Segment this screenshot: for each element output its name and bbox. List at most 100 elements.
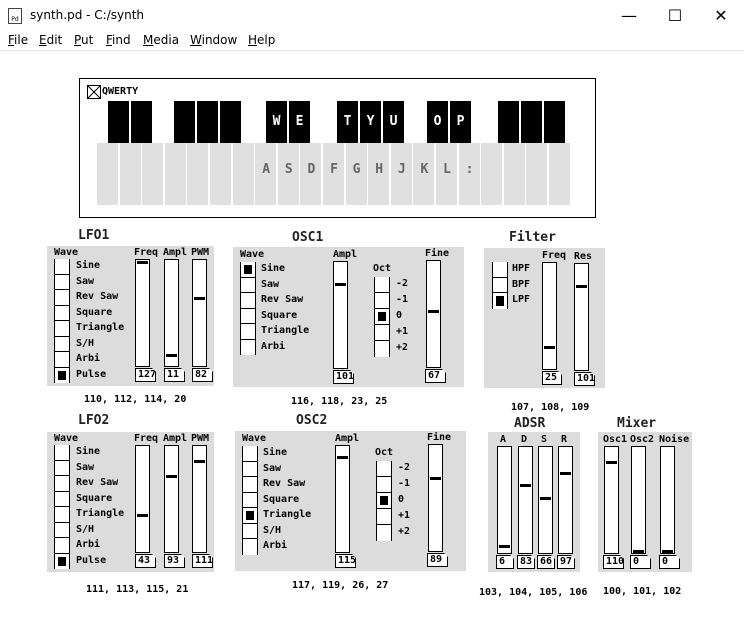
maximize-button[interactable]: ☐ bbox=[652, 0, 698, 31]
lfo2-ampl-number[interactable]: 93 bbox=[164, 554, 185, 568]
osc2-oct-radio-option[interactable] bbox=[377, 493, 391, 509]
osc2-oct-radio-option[interactable] bbox=[377, 525, 391, 541]
lfo1-wave-radio-option[interactable] bbox=[55, 274, 69, 290]
white-key[interactable] bbox=[97, 143, 119, 205]
osc2-wave-radio-option[interactable] bbox=[243, 539, 257, 555]
osc2-fine-slider[interactable] bbox=[428, 444, 443, 552]
white-key[interactable] bbox=[142, 143, 165, 205]
osc2-wave-radio-option[interactable] bbox=[243, 461, 257, 477]
osc1-wave-radio-option[interactable] bbox=[241, 308, 255, 324]
lfo2-wave-radio-option[interactable] bbox=[55, 491, 69, 507]
osc1-oct-radio-option[interactable] bbox=[375, 277, 389, 293]
osc1-ampl-number[interactable]: 101 bbox=[333, 370, 354, 384]
white-key[interactable] bbox=[187, 143, 210, 205]
mixer-noise-slider[interactable] bbox=[660, 446, 675, 554]
lfo1-wave-radio-option[interactable] bbox=[55, 259, 69, 275]
adsr-r-number[interactable]: 97 bbox=[557, 555, 575, 569]
lfo2-wave-radio-option[interactable] bbox=[55, 445, 69, 461]
white-key[interactable] bbox=[549, 143, 571, 205]
adsr-d-number[interactable]: 83 bbox=[517, 555, 535, 569]
osc2-wave-radio-option[interactable] bbox=[243, 477, 257, 493]
lfo2-wave-radio-option[interactable] bbox=[55, 460, 69, 476]
menu-find[interactable]: Find bbox=[106, 33, 131, 47]
filter-type-radio-option[interactable] bbox=[493, 293, 507, 309]
black-key[interactable] bbox=[131, 101, 152, 143]
osc1-oct-radio-option[interactable] bbox=[375, 341, 389, 357]
black-key[interactable] bbox=[197, 101, 218, 143]
filter-res-slider[interactable] bbox=[574, 263, 589, 371]
lfo1-wave-radio-option[interactable] bbox=[55, 352, 69, 368]
osc1-oct-radio-option[interactable] bbox=[375, 293, 389, 309]
menu-file[interactable]: File bbox=[8, 33, 28, 47]
mixer-osc2-number[interactable]: 0 bbox=[630, 555, 651, 569]
white-key[interactable] bbox=[119, 143, 142, 205]
osc1-wave-radio-option[interactable] bbox=[241, 339, 255, 355]
adsr-s-number[interactable]: 66 bbox=[537, 555, 555, 569]
black-key[interactable] bbox=[521, 101, 542, 143]
lfo2-ampl-slider[interactable] bbox=[164, 445, 179, 553]
osc1-oct-radio-option[interactable] bbox=[375, 309, 389, 325]
white-key[interactable] bbox=[481, 143, 504, 205]
osc2-wave-radio-option[interactable] bbox=[243, 508, 257, 524]
osc2-wave-radio-option[interactable] bbox=[243, 446, 257, 462]
osc1-fine-number[interactable]: 67 bbox=[425, 369, 446, 383]
lfo2-wave-radio-option[interactable] bbox=[55, 507, 69, 523]
white-key[interactable] bbox=[232, 143, 255, 205]
mixer-osc1-slider[interactable] bbox=[604, 446, 619, 554]
lfo2-wave-radio-option[interactable] bbox=[55, 476, 69, 492]
filter-type-radio-option[interactable] bbox=[493, 262, 507, 278]
lfo1-wave-radio-option[interactable] bbox=[55, 321, 69, 337]
lfo1-pwm-slider[interactable] bbox=[192, 259, 207, 367]
lfo2-wave-radio-option[interactable] bbox=[55, 522, 69, 538]
lfo1-wave-radio-option[interactable] bbox=[55, 336, 69, 352]
lfo2-pwm-slider[interactable] bbox=[192, 445, 207, 553]
menu-window[interactable]: Window bbox=[190, 33, 237, 47]
white-key[interactable] bbox=[210, 143, 232, 205]
osc1-wave-radio-option[interactable] bbox=[241, 293, 255, 309]
black-key[interactable] bbox=[174, 101, 195, 143]
lfo2-freq-number[interactable]: 43 bbox=[135, 554, 156, 568]
mixer-osc2-slider[interactable] bbox=[631, 446, 646, 554]
menu-media[interactable]: Media bbox=[143, 33, 179, 47]
osc2-ampl-number[interactable]: 115 bbox=[335, 554, 356, 568]
lfo1-ampl-slider[interactable] bbox=[164, 259, 179, 367]
minimize-button[interactable]: — bbox=[606, 0, 652, 31]
osc1-ampl-slider[interactable] bbox=[333, 261, 348, 369]
black-key[interactable] bbox=[498, 101, 519, 143]
lfo1-wave-radio-option[interactable] bbox=[55, 305, 69, 321]
mixer-noise-number[interactable]: 0 bbox=[659, 555, 680, 569]
osc1-fine-slider[interactable] bbox=[426, 260, 441, 368]
filter-res-number[interactable]: 101 bbox=[574, 372, 595, 386]
osc1-wave-radio-option[interactable] bbox=[241, 277, 255, 293]
lfo1-wave-radio-option[interactable] bbox=[55, 367, 69, 383]
filter-type-radio-option[interactable] bbox=[493, 277, 507, 293]
osc1-wave-radio-option[interactable] bbox=[241, 262, 255, 278]
black-key[interactable] bbox=[108, 101, 129, 143]
osc1-wave-radio-option[interactable] bbox=[241, 324, 255, 340]
lfo2-wave-radio-option[interactable] bbox=[55, 553, 69, 569]
white-key[interactable] bbox=[503, 143, 526, 205]
lfo1-freq-number[interactable]: 127 bbox=[135, 368, 156, 382]
mixer-osc1-number[interactable]: 110 bbox=[603, 555, 624, 569]
menu-put[interactable]: Put bbox=[74, 33, 93, 47]
adsr-a-slider[interactable] bbox=[497, 446, 512, 554]
osc2-ampl-slider[interactable] bbox=[335, 445, 350, 553]
osc1-oct-radio-option[interactable] bbox=[375, 325, 389, 341]
filter-freq-slider[interactable] bbox=[542, 262, 557, 370]
lfo1-wave-radio-option[interactable] bbox=[55, 290, 69, 306]
black-key[interactable] bbox=[544, 101, 565, 143]
osc2-oct-radio-option[interactable] bbox=[377, 461, 391, 477]
lfo2-wave-radio-option[interactable] bbox=[55, 538, 69, 554]
lfo1-ampl-number[interactable]: 11 bbox=[164, 368, 185, 382]
adsr-d-slider[interactable] bbox=[518, 446, 533, 554]
close-button[interactable]: ✕ bbox=[698, 0, 744, 31]
white-key[interactable] bbox=[526, 143, 549, 205]
lfo1-pwm-number[interactable]: 82 bbox=[192, 368, 213, 382]
osc2-oct-radio-option[interactable] bbox=[377, 477, 391, 493]
osc2-wave-radio-option[interactable] bbox=[243, 523, 257, 539]
osc2-wave-radio-option[interactable] bbox=[243, 492, 257, 508]
adsr-s-slider[interactable] bbox=[538, 446, 553, 554]
qwerty-toggle[interactable] bbox=[87, 85, 101, 99]
white-key[interactable] bbox=[164, 143, 187, 205]
lfo2-pwm-number[interactable]: 111 bbox=[192, 554, 213, 568]
